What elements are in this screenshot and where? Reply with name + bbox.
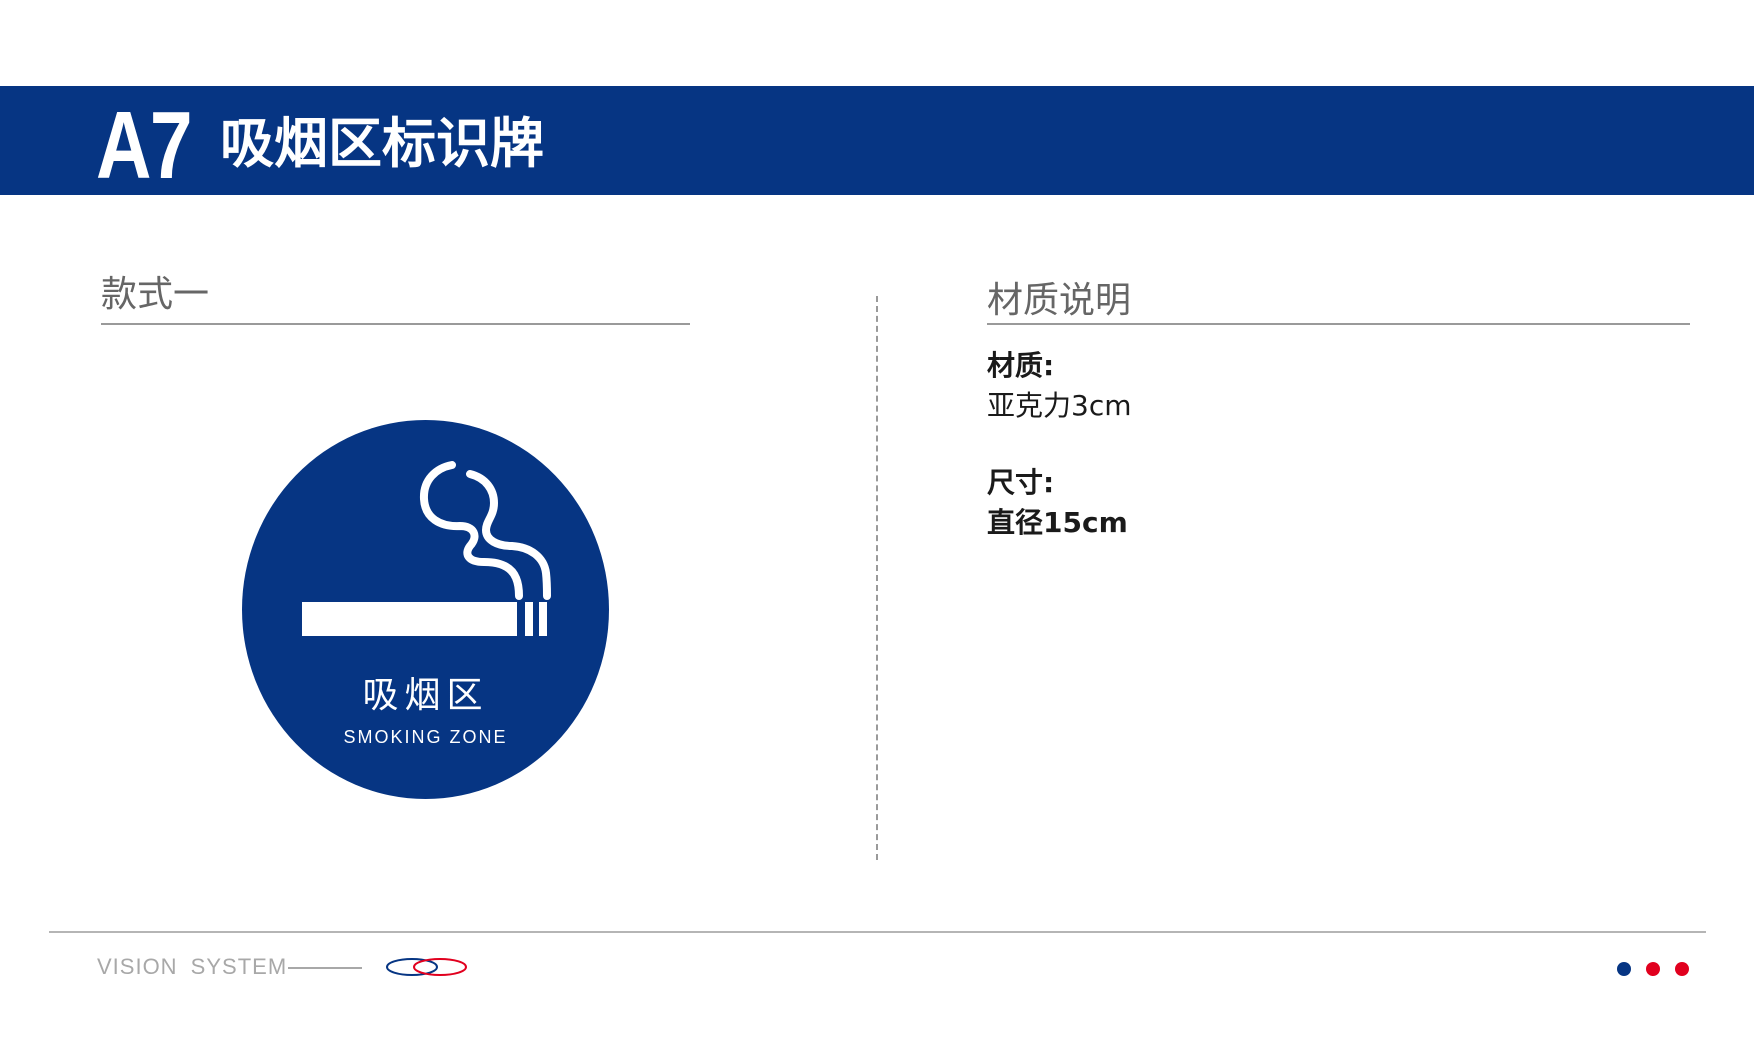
size-label: 尺寸:: [987, 466, 1055, 499]
vertical-dashed-divider: [876, 296, 878, 860]
smoking-zone-sign: 吸烟区 SMOKING ZONE: [242, 420, 609, 799]
material-value: 亚克力3cm: [987, 389, 1132, 422]
page-title: 吸烟区标识牌: [220, 112, 544, 175]
interlocking-rings-logo: [386, 958, 467, 976]
material-label: 材质:: [987, 349, 1055, 382]
footer-line: [288, 967, 362, 969]
style-section-rule: [101, 323, 690, 325]
material-section-title: 材质说明: [987, 280, 1132, 321]
style-section-title: 款式一: [101, 274, 210, 315]
sign-text-cn: 吸烟区: [362, 675, 489, 716]
three-dots-icon: [1617, 962, 1689, 976]
material-section-rule: [987, 323, 1690, 325]
footer-text: VISION SYSTEM: [97, 954, 288, 979]
footer-rule: [49, 931, 1706, 933]
size-value: 直径15cm: [987, 506, 1128, 539]
page-code: A7: [96, 92, 193, 199]
sign-text-en: SMOKING ZONE: [343, 727, 508, 747]
